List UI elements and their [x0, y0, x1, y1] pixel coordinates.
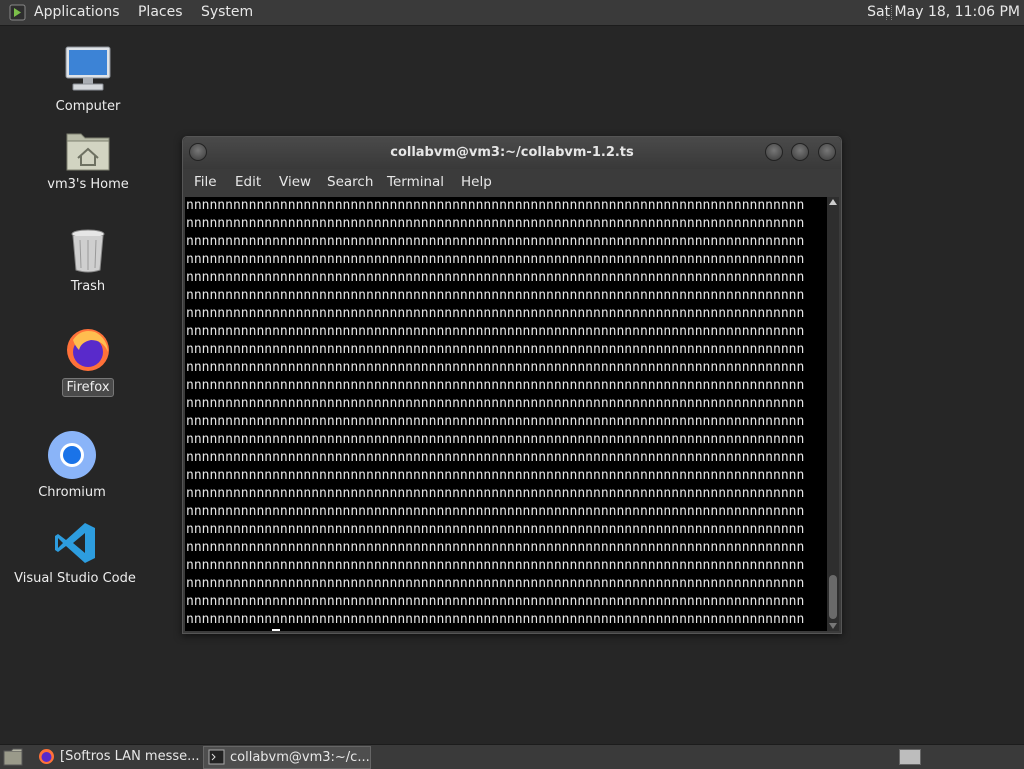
desktop-icon-computer[interactable]: Computer: [48, 44, 128, 115]
terminal-cursor: [272, 629, 281, 631]
scroll-thumb[interactable]: [829, 575, 837, 619]
terminal-line: nnnnnnnnnnnnnnnnnnnnnnnnnnnnnnnnnnnnnnnn…: [186, 288, 805, 303]
task-label: [Softros LAN messe...: [60, 749, 200, 764]
terminal-line: nnnnnnnnnnnnnnnnnnnnnnnnnnnnnnnnnnnnnnnn…: [186, 612, 805, 627]
firefox-icon: [39, 749, 54, 764]
bottom-panel: [Softros LAN messe... collabvm@vm3:~/c..…: [0, 744, 1024, 769]
workspace-switcher[interactable]: [899, 749, 921, 765]
terminal-line: nnnnnnnnnnnnnnnnnnnnnnnnnnnnnnnnnnnnnnnn…: [186, 324, 805, 339]
menu-applications[interactable]: Applications: [34, 4, 120, 20]
terminal-line: nnnnnnnnnnnnnnnnnnnnnnnnnnnnnnnnnnnnnnnn…: [186, 198, 805, 213]
desktop-icon-home[interactable]: vm3's Home: [38, 128, 138, 193]
terminal-line: nnnnnnnnnnnnnnnnnnnnnnnnnnnnnnnnnnnnnnnn…: [186, 360, 805, 375]
terminal-line: nnnnnnnnnnnnnnnnnnnnnnnnnnnnnnnnnnnnnnnn…: [186, 342, 805, 357]
desktop-icon-vscode[interactable]: Visual Studio Code: [10, 520, 140, 587]
menu-help[interactable]: Help: [461, 174, 492, 190]
menu-terminal[interactable]: Terminal: [387, 174, 444, 190]
terminal-line: nnnnnnnnnnnnnnnnnnnnnnnnnnnnnnnnnnnnnnnn…: [186, 306, 805, 321]
desktop-icon-firefox[interactable]: Firefox: [48, 326, 128, 397]
menu-edit[interactable]: Edit: [235, 174, 261, 190]
terminal-output[interactable]: nnnnnnnnnnnnnnnnnnnnnnnnnnnnnnnnnnnnnnnn…: [185, 197, 827, 631]
clock[interactable]: Sat May 18, 11:06 PM: [867, 0, 1020, 25]
applications-logo-icon[interactable]: [9, 4, 26, 21]
scroll-down-arrow-icon[interactable]: [829, 623, 837, 629]
chromium-icon: [48, 431, 96, 479]
scroll-up-arrow-icon[interactable]: [829, 199, 837, 205]
terminal-line: nnnnnnnnnnnnnnnnnnnnnnnnnnnnnnnnnnnnnnnn…: [186, 594, 805, 609]
desktop-icon-label: Trash: [70, 279, 106, 294]
terminal-line: nnnnnnnnnnnnnnnnnnnnnnnnnnnnnnnnnnnnnnnn…: [186, 432, 805, 447]
desktop-icon-label: Chromium: [38, 485, 106, 500]
task-label: collabvm@vm3:~/c...: [230, 750, 370, 765]
terminal-line: nnnnnnnnnnnnnnnnnnnnnnnnnnnnnnnnnnnnnnnn…: [186, 414, 805, 429]
computer-icon: [65, 46, 111, 91]
terminal-line: nnnnnnnnnnnnnnnnnnnnnnnnnnnnnnnnnnnnnnnn…: [186, 378, 805, 393]
desktop-icon-label: Firefox: [62, 378, 114, 397]
window-titlebar[interactable]: collabvm@vm3:~/collabvm-1.2.ts: [183, 137, 841, 169]
terminal-line: nnnnnnnnnnnnnnnnnnnnnnnnnnnnnnnnnnnnnnnn…: [186, 558, 805, 573]
maximize-button[interactable]: [791, 143, 809, 161]
terminal-line: nnnnnnnnnnnnnnnnnnnnnnnnnnnnnnnnnnnnnnnn…: [186, 450, 805, 465]
terminal-window[interactable]: collabvm@vm3:~/collabvm-1.2.ts File Edit…: [182, 136, 842, 634]
menu-view[interactable]: View: [279, 174, 311, 190]
menu-search[interactable]: Search: [327, 174, 373, 190]
vscode-icon: [55, 523, 95, 563]
top-panel: Applications Places System Sat May 18, 1…: [0, 0, 1024, 26]
task-softros[interactable]: [Softros LAN messe...: [34, 746, 220, 767]
menu-system[interactable]: System: [201, 4, 253, 20]
terminal-menubar: File Edit View Search Terminal Help: [183, 169, 841, 196]
desktop-icon-label: Visual Studio Code: [14, 571, 136, 586]
minimize-button[interactable]: [765, 143, 783, 161]
terminal-line: nnnnnnnnnnnnnnnnnnnnnnnnnnnnnnnnnnnnnnnn…: [186, 486, 805, 501]
terminal-line: nnnnnnnnnnnnnnnnnnnnnnnnnnnnnnnnnnnnnnnn…: [186, 468, 805, 483]
top-menu: Applications Places System: [34, 0, 267, 25]
terminal-line: nnnnnnnnnnnnnnnnnnnnnnnnnnnnnnnnnnnnnnnn…: [186, 396, 805, 411]
terminal-line: nnnnnnnnnnnnnnnnnnnnnnnnnnnnnnnnnnnnnnnn…: [186, 576, 805, 591]
terminal-line: nnnnnnnnnnnnnnnnnnnnnnnnnnnnnnnnnnnnnnnn…: [186, 522, 805, 537]
home-folder-icon: [66, 133, 110, 171]
terminal-line: nnnnnnnnnnnnnnnnnnnnnnnnnnnnnnnnnnnnnnnn…: [186, 540, 805, 555]
desktop-icon-label: vm3's Home: [47, 177, 129, 192]
desktop-icon-chromium[interactable]: Chromium: [32, 430, 112, 501]
terminal-line: nnnnnnnnnnnnnnnnnnnnnnnnnnnnnnnnnnnnnnnn…: [186, 270, 805, 285]
desktop-icon-label: Computer: [55, 99, 121, 114]
desktop-icon-trash[interactable]: Trash: [48, 228, 128, 295]
firefox-icon: [67, 329, 109, 371]
close-button[interactable]: [818, 143, 836, 161]
task-terminal[interactable]: collabvm@vm3:~/c...: [203, 746, 371, 769]
terminal-line: nnnnnnnnnnnnnnnnnnnnnnnnnnnnnnnnnnnnnnnn…: [186, 216, 805, 231]
trash-icon: [71, 229, 105, 273]
show-desktop-icon[interactable]: [3, 748, 23, 766]
window-title: collabvm@vm3:~/collabvm-1.2.ts: [390, 145, 634, 160]
terminal-line: nnnnnnnnnnnnnnnnnnnnnnnnnnnnnnnnnnnnnnnn…: [186, 504, 805, 519]
terminal-line: nnnnnnnnnnnnnnnnnnnnnnnnnnnnnnnnnnnnnnnn…: [186, 234, 805, 249]
terminal-prompt-line: nnnnnnnnnnn: [186, 629, 827, 631]
menu-places[interactable]: Places: [138, 4, 183, 20]
terminal-icon: [208, 749, 225, 765]
terminal-line: nnnnnnnnnnnnnnnnnnnnnnnnnnnnnnnnnnnnnnnn…: [186, 252, 805, 267]
menu-file[interactable]: File: [194, 174, 217, 190]
terminal-scrollbar[interactable]: [827, 197, 839, 631]
